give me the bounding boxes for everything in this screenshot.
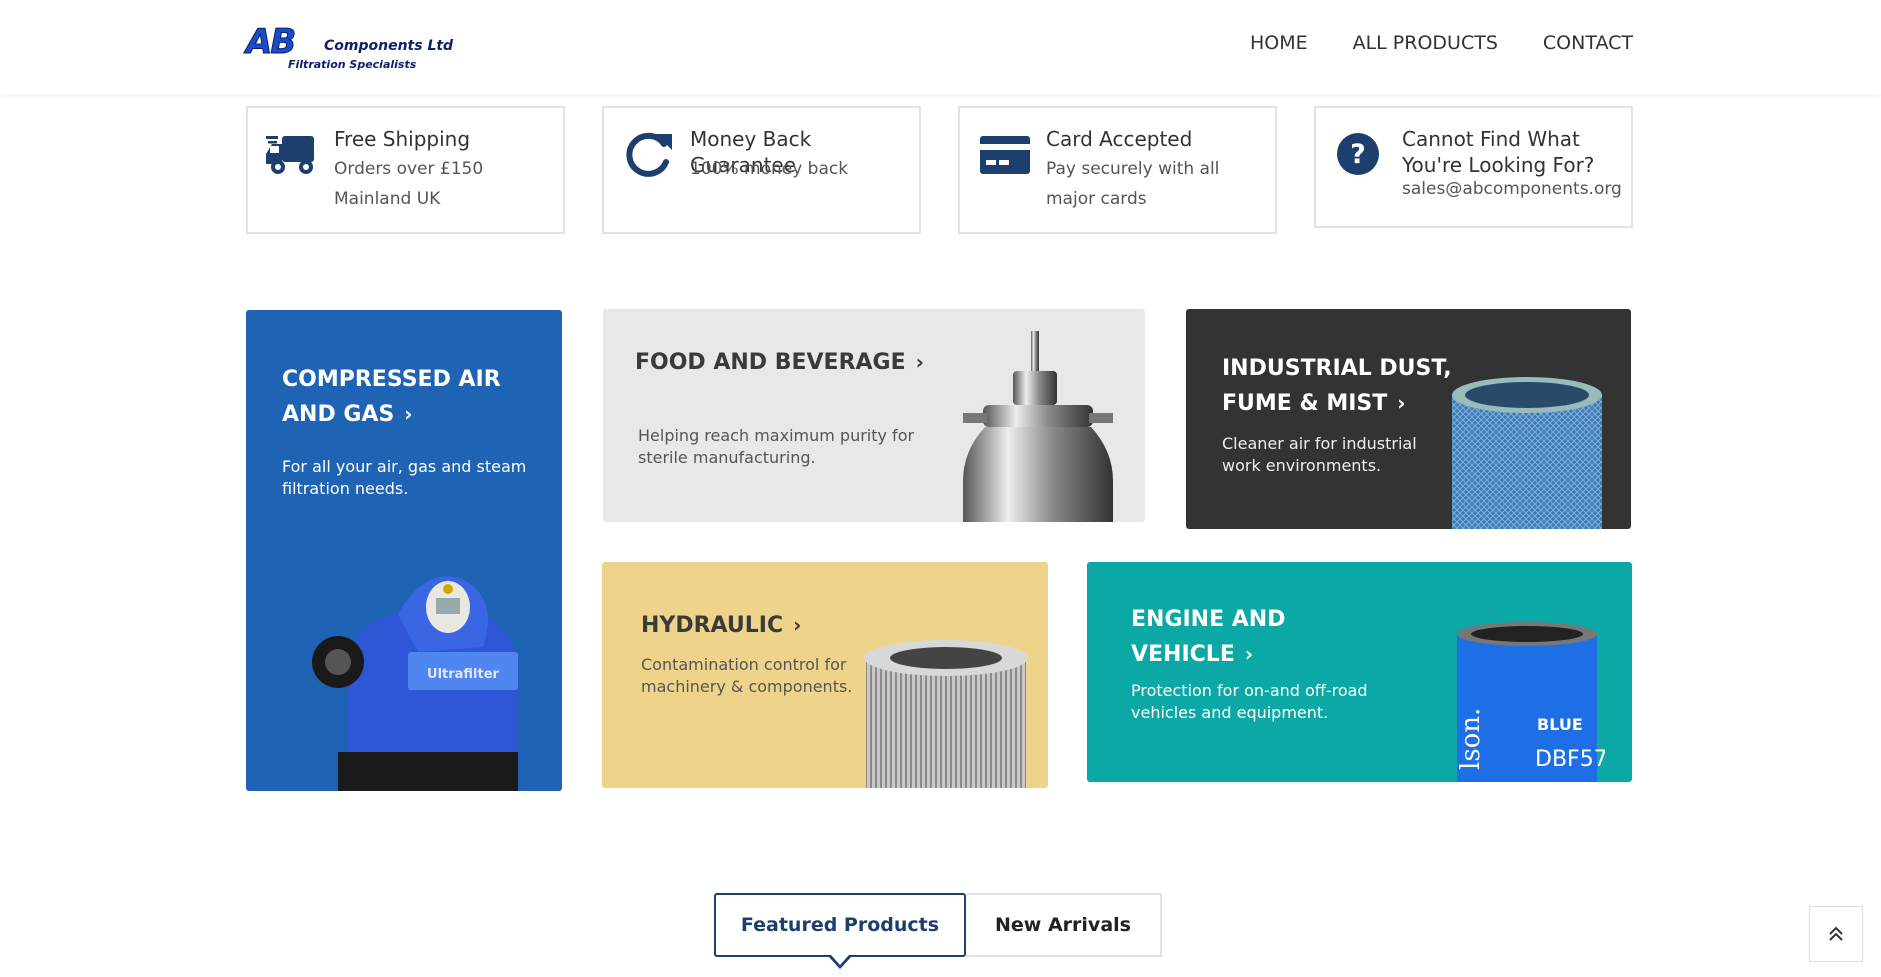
question-circle-icon: ?	[1337, 133, 1379, 175]
category-title: FOOD AND BEVERAGE ›	[635, 345, 935, 380]
hydraulic-filter-element-image	[864, 640, 1028, 788]
site-header: AB Components Ltd Filtration Specialists…	[0, 0, 1881, 94]
svg-text:lson.: lson.	[1456, 708, 1486, 770]
category-description: Protection for on-and off-road vehicles …	[1131, 681, 1368, 722]
nav-contact[interactable]: CONTACT	[1543, 32, 1633, 54]
features-bar: Free Shipping Orders over £150 Mainland …	[246, 106, 1633, 234]
feature-subtitle: Orders over £150 Mainland UK	[334, 159, 484, 209]
credit-card-icon	[980, 136, 1030, 174]
category-description: For all your air, gas and steam filtrati…	[282, 457, 527, 498]
category-hydraulic[interactable]: HYDRAULIC › Contamination control for mac…	[602, 562, 1048, 788]
svg-text:DBF5782: DBF5782	[1535, 747, 1605, 772]
ultrafilter-product-image: Ultrafilter	[312, 576, 518, 791]
chevron-right-icon: ›	[1397, 391, 1406, 415]
refresh-icon	[626, 132, 672, 177]
category-description: Cleaner air for industrial work environm…	[1222, 434, 1417, 475]
feature-subtitle: Pay securely with all major cards	[1046, 159, 1220, 209]
feature-title: Cannot Find What You're Looking For?	[1402, 127, 1595, 177]
category-compressed-air[interactable]: COMPRESSED AIR AND GAS › For all your air…	[246, 310, 562, 791]
steel-filter-housing-image	[963, 331, 1113, 522]
category-engine-vehicle[interactable]: ENGINE AND VEHICLE › Protection for on-an…	[1087, 562, 1632, 782]
logo-tagline: Filtration Specialists	[288, 58, 417, 71]
chevron-right-icon: ›	[404, 402, 413, 426]
logo-ab: AB	[245, 22, 296, 63]
double-chevron-up-icon	[1829, 926, 1843, 941]
feature-free-shipping: Free Shipping Orders over £150 Mainland …	[246, 106, 565, 234]
category-description: Helping reach maximum purity for sterile…	[638, 426, 915, 467]
category-food-beverage[interactable]: FOOD AND BEVERAGE › Helping reach maximum…	[603, 309, 1145, 522]
category-industrial-dust[interactable]: INDUSTRIAL DUST, FUME & MIST › Cleaner ai…	[1186, 309, 1631, 529]
svg-text:?: ?	[1350, 139, 1366, 170]
feature-card-accepted: Card Accepted Pay securely with all majo…	[958, 106, 1277, 234]
feature-money-back: Money Back Guarantee 100% money back	[602, 106, 921, 234]
back-to-top-button[interactable]	[1809, 906, 1863, 962]
svg-text:Ultrafilter: Ultrafilter	[427, 667, 500, 682]
logo-components: Components Ltd	[324, 38, 454, 54]
nav-home[interactable]: HOME	[1250, 32, 1308, 54]
category-title: INDUSTRIAL DUST, FUME & MIST ›	[1222, 351, 1462, 421]
feature-cannot-find: ? Cannot Find What You're Looking For? s…	[1314, 106, 1633, 228]
product-tabs: Featured Products New Arrivals	[714, 893, 1162, 969]
nav-all-products[interactable]: ALL PRODUCTS	[1353, 32, 1498, 54]
truck-icon	[266, 136, 314, 174]
chevron-right-icon: ›	[915, 350, 924, 374]
feature-title: Card Accepted	[1046, 127, 1193, 151]
tab-featured-products[interactable]: Featured Products	[714, 893, 966, 969]
dust-cartridge-filter-image	[1452, 377, 1602, 529]
feature-email[interactable]: sales@abcomponents.org	[1402, 178, 1622, 200]
chevron-right-icon: ›	[793, 613, 802, 637]
svg-text:BLUE: BLUE	[1537, 715, 1583, 734]
category-description: Contamination control for machinery & co…	[641, 655, 853, 696]
chevron-right-icon: ›	[1244, 642, 1254, 666]
feature-title: Free Shipping	[334, 127, 471, 151]
category-title: COMPRESSED AIR AND GAS ›	[282, 362, 542, 432]
feature-subtitle: 100% money back	[690, 159, 849, 179]
main-nav: HOME ALL PRODUCTS CONTACT	[1250, 32, 1633, 54]
company-logo[interactable]: AB Components Ltd Filtration Specialists	[245, 22, 466, 74]
tab-new-arrivals[interactable]: New Arrivals	[966, 893, 1162, 957]
engine-fuel-filter-image: BLUE DBF5782 lson.	[1456, 622, 1605, 782]
category-title: HYDRAULIC ›	[641, 608, 891, 643]
category-title: ENGINE AND VEHICLE ›	[1131, 602, 1391, 672]
